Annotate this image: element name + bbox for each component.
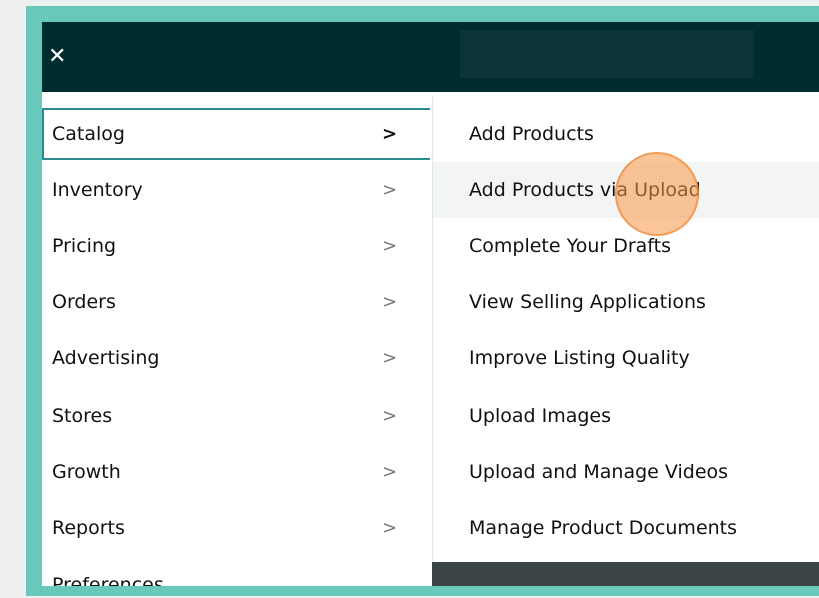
flyout-item-manage-product-documents[interactable]: Manage Product Documents bbox=[433, 500, 819, 556]
flyout-item-label: Upload Images bbox=[469, 405, 612, 427]
app-screen: ✕ Catalog > Inventory > Pricing > Orders… bbox=[42, 22, 819, 586]
navigation-drawer: ✕ Catalog > Inventory > Pricing > Orders… bbox=[42, 22, 432, 586]
flyout-item-upload-and-manage-videos[interactable]: Upload and Manage Videos bbox=[433, 444, 819, 500]
menu-item-preferences-partial[interactable]: Preferences bbox=[52, 574, 164, 586]
flyout-item-label: Add Products bbox=[469, 123, 594, 145]
click-indicator-icon bbox=[615, 152, 699, 236]
search-bar[interactable] bbox=[460, 30, 754, 78]
drawer-header: ✕ bbox=[42, 22, 432, 92]
menu-item-label: Orders bbox=[52, 291, 116, 313]
chevron-right-icon: > bbox=[382, 123, 398, 145]
flyout-item-label: Improve Listing Quality bbox=[469, 347, 690, 369]
flyout-item-complete-your-drafts[interactable]: Complete Your Drafts bbox=[433, 218, 819, 274]
menu-item-label: Inventory bbox=[52, 179, 143, 201]
menu-item-reports[interactable]: Reports > bbox=[42, 502, 430, 554]
underlying-page-strip bbox=[432, 562, 819, 586]
menu-item-inventory[interactable]: Inventory > bbox=[42, 164, 430, 216]
flyout-item-upload-images[interactable]: Upload Images bbox=[433, 388, 819, 444]
flyout-item-view-selling-applications[interactable]: View Selling Applications bbox=[433, 274, 819, 330]
flyout-item-label: Complete Your Drafts bbox=[469, 235, 671, 257]
menu-item-orders[interactable]: Orders > bbox=[42, 276, 430, 328]
menu-item-label: Stores bbox=[52, 405, 113, 427]
menu-item-label: Growth bbox=[52, 461, 121, 483]
flyout-item-label: Manage Product Documents bbox=[469, 517, 738, 539]
chevron-right-icon: > bbox=[382, 179, 398, 201]
menu-item-advertising[interactable]: Advertising > bbox=[42, 332, 430, 384]
flyout-item-label: View Selling Applications bbox=[469, 291, 706, 313]
menu-item-pricing[interactable]: Pricing > bbox=[42, 220, 430, 272]
flyout-item-improve-listing-quality[interactable]: Improve Listing Quality bbox=[433, 330, 819, 386]
chevron-right-icon: > bbox=[382, 291, 398, 313]
flyout-item-add-products[interactable]: Add Products bbox=[433, 106, 819, 162]
menu-item-label: Catalog bbox=[52, 123, 125, 145]
top-navigation-bar bbox=[432, 22, 819, 92]
menu-item-label: Pricing bbox=[52, 235, 117, 257]
menu-item-catalog[interactable]: Catalog > bbox=[42, 108, 430, 160]
flyout-item-label: Upload and Manage Videos bbox=[469, 461, 729, 483]
chevron-right-icon: > bbox=[382, 461, 398, 483]
menu-item-label: Reports bbox=[52, 517, 125, 539]
chevron-right-icon: > bbox=[382, 517, 398, 539]
chevron-right-icon: > bbox=[382, 347, 398, 369]
menu-item-stores[interactable]: Stores > bbox=[42, 390, 430, 442]
close-icon[interactable]: ✕ bbox=[48, 40, 82, 74]
menu-item-label: Advertising bbox=[52, 347, 160, 369]
chevron-right-icon: > bbox=[382, 235, 398, 257]
menu-item-growth[interactable]: Growth > bbox=[42, 446, 430, 498]
chevron-right-icon: > bbox=[382, 405, 398, 427]
